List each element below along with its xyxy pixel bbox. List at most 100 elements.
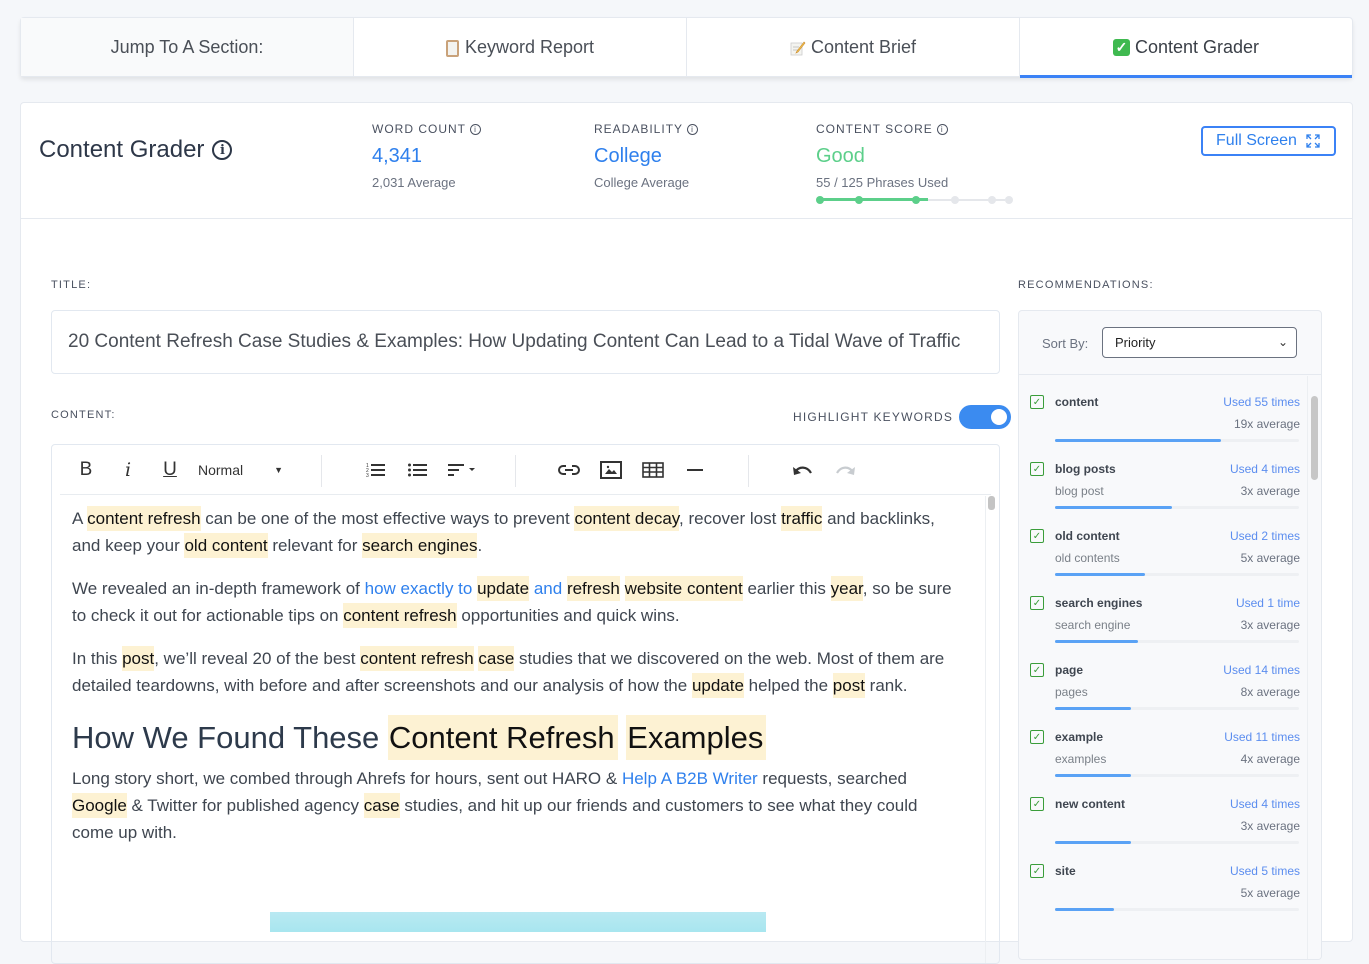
score-step-dot (816, 196, 824, 204)
keyword-progress-fill (1055, 573, 1146, 576)
highlighted-keyword: post (832, 673, 865, 698)
editor-content[interactable]: A content refresh can be one of the most… (72, 505, 962, 862)
score-step-dot (951, 196, 959, 204)
highlighted-keyword: website content (624, 576, 743, 601)
image-button[interactable] (598, 457, 624, 483)
keyword-checkbox[interactable]: ✓ (1030, 395, 1044, 409)
keyword-usage-count: Used 11 times (1224, 730, 1300, 744)
keyword-checkbox[interactable]: ✓ (1030, 462, 1044, 476)
keyword-variant: pages (1055, 685, 1088, 699)
highlighted-keyword: traffic (781, 506, 823, 531)
bold-icon: B (79, 459, 93, 480)
recommendations-scrollbar-thumb[interactable] (1311, 396, 1318, 480)
keyword-usage-count: Used 4 times (1229, 462, 1300, 476)
highlighted-keyword: refresh (566, 576, 620, 601)
text-run: , we’ll reveal 20 of the best (154, 649, 361, 668)
highlighted-keyword: Examples (626, 715, 767, 760)
word-count-value: 4,341 (372, 145, 423, 167)
format-select[interactable]: Normal ▼ (198, 457, 293, 483)
italic-button[interactable]: i (118, 457, 138, 483)
inline-link[interactable]: how exactly to (365, 579, 473, 598)
word-count-label: WORD COUNT i (372, 122, 481, 136)
bullet-list-icon (408, 463, 427, 477)
tab-content-brief[interactable]: Content Brief (687, 18, 1020, 76)
check-icon: ✓ (1032, 463, 1042, 475)
keyword-average: 3x average (1240, 819, 1300, 833)
keyword-name: page (1055, 663, 1084, 677)
ordered-list-icon: 123 (366, 463, 385, 478)
link-icon (558, 465, 580, 475)
horizontal-rule-button[interactable] (682, 457, 708, 483)
info-icon[interactable]: i (687, 123, 699, 135)
section-tabs: Jump To A Section: Keyword Report Conten… (20, 17, 1353, 78)
inline-link[interactable]: and (534, 579, 562, 598)
keyword-average: 4x average (1240, 752, 1300, 766)
keyword-checkbox[interactable]: ✓ (1030, 529, 1044, 543)
highlighted-keyword: content refresh (343, 603, 457, 628)
score-step-dot (912, 196, 920, 204)
keyword-progress-fill (1055, 439, 1221, 442)
ordered-list-button[interactable]: 123 (364, 457, 388, 483)
keyword-name: example (1055, 730, 1104, 744)
grader-header: Content Grader i WORD COUNT i 4,341 2,03… (21, 103, 1352, 219)
bold-button[interactable]: B (76, 457, 96, 483)
tab-label: Content Grader (1134, 36, 1260, 57)
check-icon: ✓ (1032, 798, 1042, 810)
recommendations-list: ✓ content Used 55 times 19x average ✓ blog po… (1019, 376, 1309, 912)
recommendation-item: ✓ site Used 5 times 5x average (1019, 845, 1309, 912)
chevron-down-icon: ⌄ (1277, 335, 1288, 349)
label-text: CONTENT SCORE (816, 122, 933, 136)
keyword-usage-count: Used 4 times (1229, 797, 1300, 811)
keyword-checkbox[interactable]: ✓ (1030, 663, 1044, 677)
info-icon[interactable]: i (470, 123, 481, 135)
inline-link[interactable]: Help A B2B Writer (622, 769, 758, 788)
tab-content-grader[interactable]: ✓ Content Grader (1020, 18, 1352, 78)
highlight-keywords-label: HIGHLIGHT KEYWORDS (793, 410, 954, 424)
recommendations-scrollbar[interactable] (1307, 376, 1321, 959)
tab-keyword-report[interactable]: Keyword Report (354, 18, 687, 76)
keyword-progress-fill (1055, 707, 1131, 710)
page-title: Content Grader i (39, 136, 233, 164)
highlighted-keyword: search engines (362, 533, 478, 558)
highlight-keywords-toggle[interactable] (959, 405, 1012, 429)
highlighted-keyword: content decay (574, 506, 680, 531)
toggle-knob (991, 409, 1008, 425)
text-run (620, 579, 625, 598)
keyword-progress-bar (1055, 774, 1299, 777)
sort-by-select[interactable]: Priority ⌄ (1102, 327, 1297, 358)
bullet-list-button[interactable] (406, 457, 430, 483)
align-button[interactable] (446, 457, 482, 483)
keyword-usage-count: Used 55 times (1223, 395, 1300, 409)
info-icon[interactable]: i (212, 140, 233, 160)
check-mark-icon: ✓ (1112, 38, 1130, 56)
table-button[interactable] (640, 457, 666, 483)
text-run: requests, searched (757, 769, 908, 788)
expand-icon (1306, 134, 1320, 148)
undo-button[interactable] (790, 457, 816, 483)
keyword-checkbox[interactable]: ✓ (1030, 596, 1044, 610)
keyword-progress-fill (1055, 774, 1131, 777)
recommendation-item: ✓ page Used 14 times pages 8x average (1019, 644, 1309, 711)
check-icon: ✓ (1032, 731, 1042, 743)
word-count-average: 2,031 Average (372, 175, 456, 190)
keyword-checkbox[interactable]: ✓ (1030, 730, 1044, 744)
editor-scrollbar-thumb[interactable] (988, 496, 995, 510)
keyword-variant: examples (1055, 752, 1107, 766)
info-icon[interactable]: i (936, 123, 948, 135)
check-icon: ✓ (1032, 597, 1042, 609)
keyword-checkbox[interactable]: ✓ (1030, 797, 1044, 811)
link-button[interactable] (556, 457, 582, 483)
keyword-variant: search engine (1055, 618, 1131, 632)
sort-by-value: Priority (1115, 335, 1156, 350)
highlighted-keyword: case (363, 793, 400, 818)
full-screen-button[interactable]: Full Screen (1201, 126, 1336, 156)
title-input[interactable] (51, 310, 1000, 374)
keyword-checkbox[interactable]: ✓ (1030, 864, 1044, 878)
paragraph: In this post, we’ll reveal 20 of the bes… (72, 645, 962, 699)
recommendation-item: ✓ new content Used 4 times 3x average (1019, 778, 1309, 845)
sort-by-label: Sort By: (1042, 336, 1089, 351)
keyword-usage-count: Used 1 time (1235, 596, 1300, 610)
underline-button[interactable]: U (160, 457, 180, 483)
redo-button[interactable] (832, 457, 858, 483)
editor-scrollbar[interactable] (985, 496, 995, 963)
